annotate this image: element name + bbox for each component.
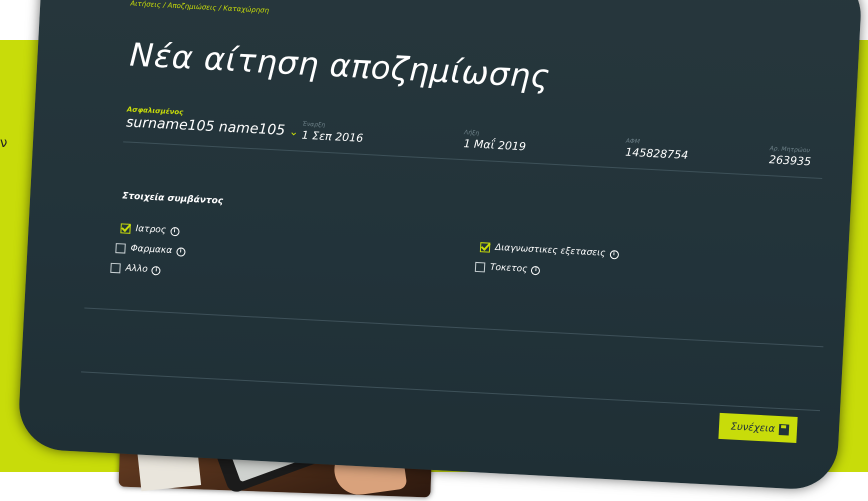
footer-divider bbox=[81, 371, 820, 411]
checkbox-diagnostics[interactable] bbox=[480, 242, 491, 253]
chevron-down-icon[interactable]: ⌄ bbox=[289, 125, 299, 138]
insured-selector[interactable]: Ασφαλισμένος surname105 name105⌄ bbox=[126, 105, 300, 139]
option-diagnostics[interactable]: Διαγνωστικες εξετασεις i bbox=[480, 242, 619, 259]
continue-label: Συνέχεια bbox=[730, 421, 775, 434]
section-title: Στοιχεία συμβάντος bbox=[122, 191, 223, 206]
option-other[interactable]: Αλλο i bbox=[110, 263, 161, 276]
info-icon[interactable]: i bbox=[152, 266, 161, 275]
field-start-value: 1 Σεπ 2016 bbox=[301, 129, 363, 145]
option-other-label: Αλλο bbox=[125, 264, 148, 275]
info-icon[interactable]: i bbox=[609, 249, 618, 258]
field-end: Λήξη 1 Μαΐ 2019 bbox=[463, 129, 526, 153]
option-doctor-label: Ιατρος bbox=[135, 224, 166, 236]
claim-form-panel: Αιτήσεις / Αποζημιώσεις / Καταχώρηση Νέα… bbox=[17, 0, 863, 491]
options-divider bbox=[84, 308, 823, 348]
field-afm: ΑΦΜ 145828754 bbox=[625, 138, 689, 162]
side-text: ν bbox=[0, 136, 7, 151]
field-registry: Αρ. Μητρώου 263935 bbox=[769, 145, 812, 168]
field-afm-value: 145828754 bbox=[625, 146, 689, 162]
checkbox-pharmacy[interactable] bbox=[115, 243, 126, 254]
checkbox-birth[interactable] bbox=[475, 262, 486, 273]
option-doctor[interactable]: Ιατρος i bbox=[120, 223, 179, 236]
option-pharmacy-label: Φαρμακα bbox=[130, 244, 172, 256]
info-icon[interactable]: i bbox=[170, 226, 179, 235]
option-birth[interactable]: Τοκετος i bbox=[475, 262, 541, 275]
field-end-value: 1 Μαΐ 2019 bbox=[463, 137, 526, 153]
option-pharmacy[interactable]: Φαρμακα i bbox=[115, 243, 185, 257]
field-start: Έναρξη 1 Σεπ 2016 bbox=[301, 121, 364, 145]
save-icon bbox=[779, 424, 790, 436]
page-title: Νέα αίτηση αποζημίωσης bbox=[129, 36, 551, 96]
checkbox-doctor[interactable] bbox=[120, 223, 131, 234]
option-birth-label: Τοκετος bbox=[490, 263, 528, 275]
info-icon[interactable]: i bbox=[531, 265, 540, 274]
field-registry-value: 263935 bbox=[769, 153, 812, 168]
continue-button[interactable]: Συνέχεια bbox=[718, 413, 797, 443]
info-icon[interactable]: i bbox=[176, 247, 185, 256]
option-diagnostics-label: Διαγνωστικες εξετασεις bbox=[495, 243, 606, 259]
checkbox-other[interactable] bbox=[110, 263, 121, 274]
breadcrumb[interactable]: Αιτήσεις / Αποζημιώσεις / Καταχώρηση bbox=[130, 0, 269, 15]
